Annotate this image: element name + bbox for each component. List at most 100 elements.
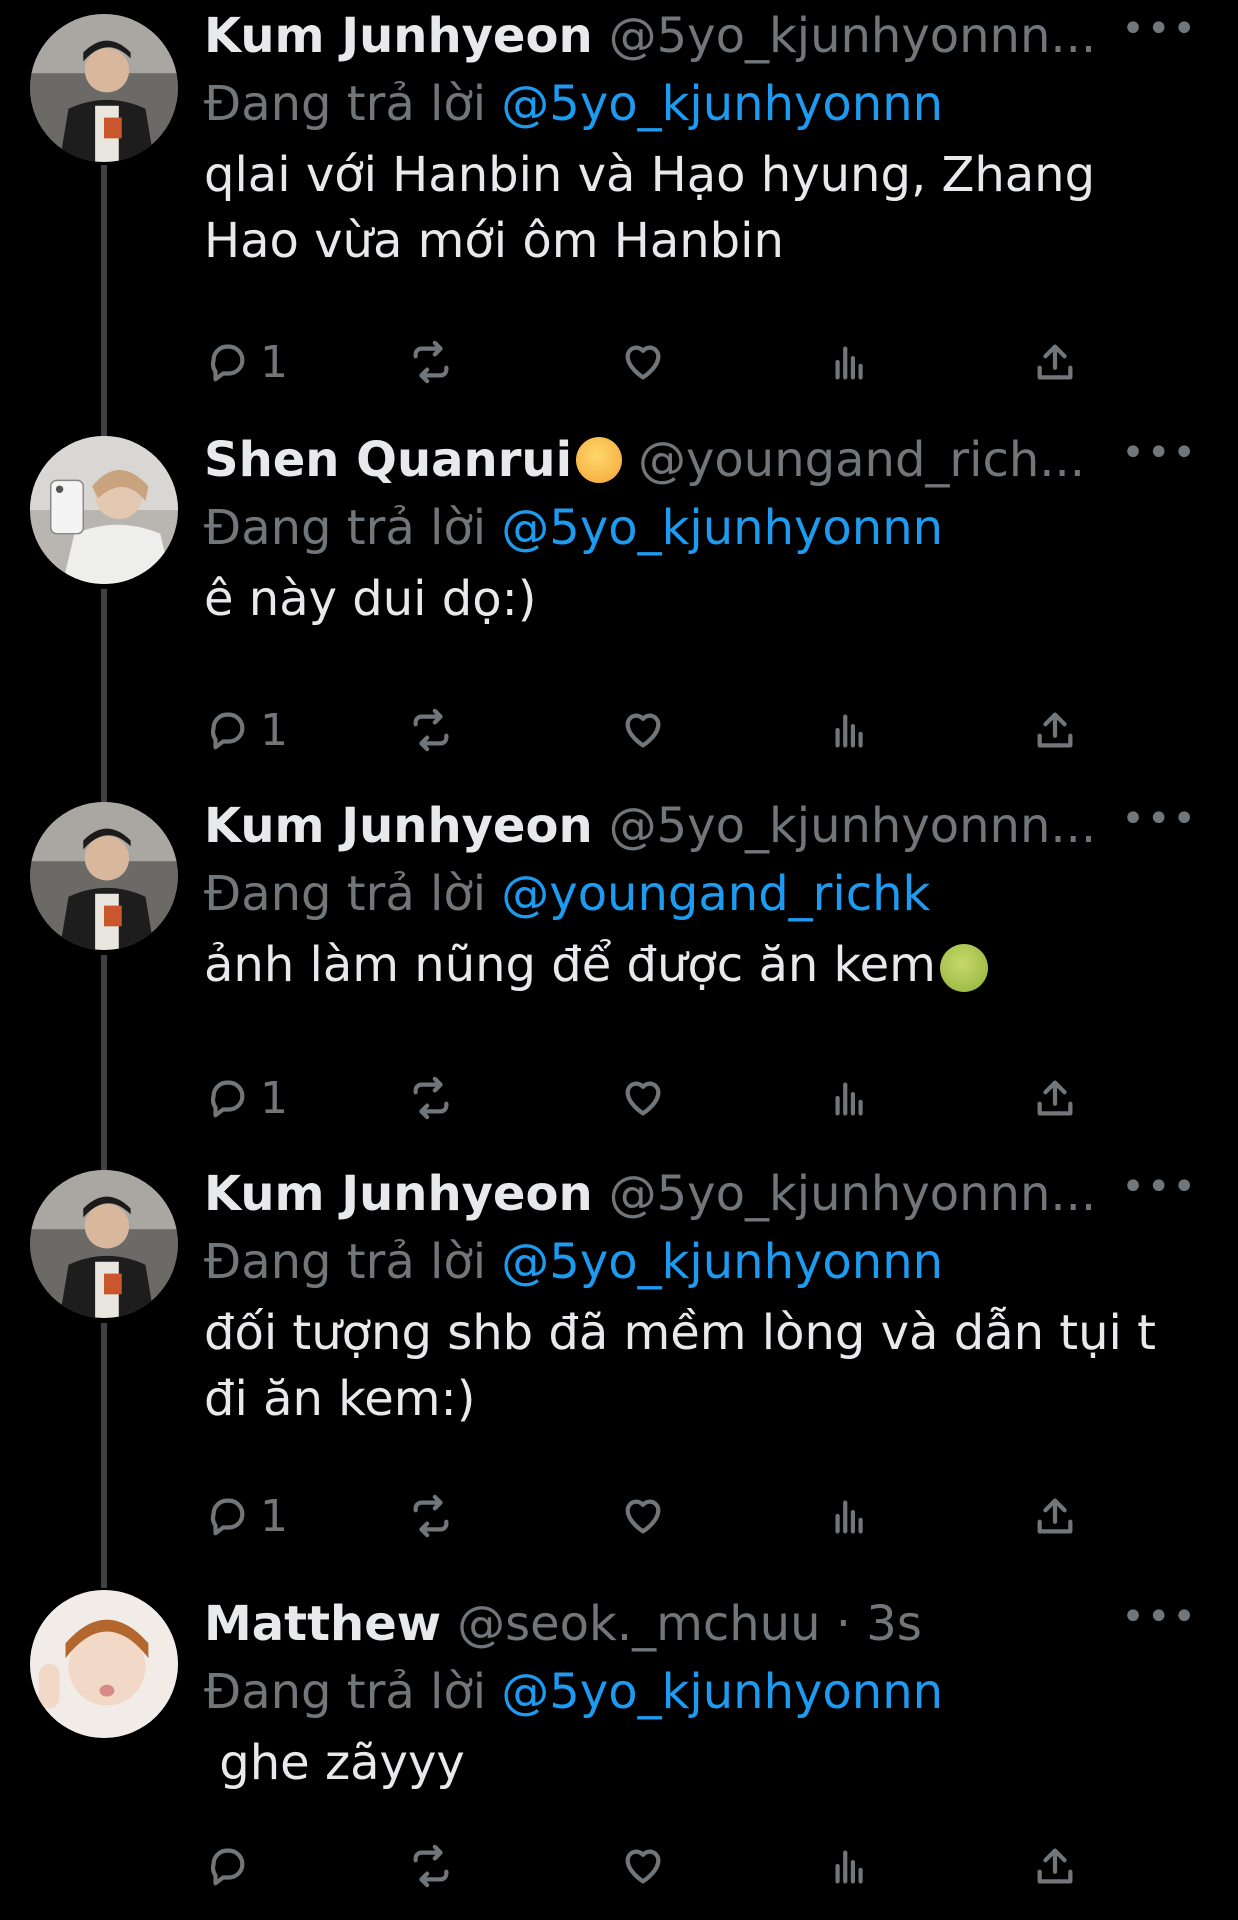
avatar[interactable] <box>30 1590 178 1738</box>
action-bar: 1 <box>0 1068 1238 1128</box>
share-button[interactable] <box>1032 1843 1078 1889</box>
more-options-icon[interactable]: ••• <box>1121 1597 1198 1646</box>
tweet-text: ảnh làm nũng để được ăn kem <box>204 932 1198 998</box>
author-handle[interactable]: @5yo_kjunhyonnn... <box>609 1166 1106 1222</box>
reply-count: 1 <box>260 704 288 756</box>
avatar[interactable] <box>30 14 178 162</box>
reply-button[interactable]: 1 <box>204 1491 288 1542</box>
views-button[interactable] <box>828 1493 874 1539</box>
share-icon <box>1037 344 1073 380</box>
share-icon <box>1037 1498 1073 1534</box>
like-button[interactable] <box>620 339 666 385</box>
retweet-button[interactable] <box>408 1493 454 1539</box>
share-button[interactable] <box>1032 707 1078 753</box>
heart-icon <box>625 1499 661 1534</box>
action-bar: 1 <box>0 1486 1238 1546</box>
dizzy-face-emoji-icon <box>576 437 623 483</box>
replying-mention-link[interactable]: @5yo_kjunhyonnn <box>501 76 943 132</box>
reply-button[interactable]: 1 <box>204 705 288 756</box>
reply-icon <box>210 1080 245 1118</box>
retweet-icon <box>413 708 449 752</box>
replying-to-line: Đang trả lời @5yo_kjunhyonnn <box>204 1230 1198 1294</box>
retweet-button[interactable] <box>408 339 454 385</box>
reply-button[interactable]: 1 <box>204 337 288 388</box>
author-name[interactable]: Kum Junhyeon <box>204 1166 593 1222</box>
reply-icon <box>210 1498 245 1536</box>
author-handle[interactable]: @5yo_kjunhyonnn... <box>609 8 1106 64</box>
retweet-icon <box>413 1494 449 1538</box>
retweet-icon <box>413 1844 449 1888</box>
share-icon <box>1037 1848 1073 1884</box>
retweet-icon <box>413 1076 449 1120</box>
reply-count: 1 <box>260 1490 288 1542</box>
retweet-icon <box>413 340 449 384</box>
more-options-icon[interactable]: ••• <box>1121 9 1198 58</box>
author-handle[interactable]: @youngand_rich... <box>638 432 1105 488</box>
more-options-icon[interactable]: ••• <box>1121 1167 1198 1216</box>
more-options-icon[interactable]: ••• <box>1121 799 1198 848</box>
action-bar: 1 <box>0 332 1238 392</box>
reply-thread: Kum Junhyeon @5yo_kjunhyonnn... ••• Đang… <box>0 0 1238 1920</box>
avatar-kum-junhyeon-icon <box>30 1170 178 1318</box>
action-bar <box>0 1836 1238 1896</box>
retweet-button[interactable] <box>408 1843 454 1889</box>
heart-icon <box>625 1849 661 1884</box>
reply-button[interactable]: 1 <box>204 1073 288 1124</box>
tweet-text: qlai với Hanbin và Hạo hyung, Zhang Hao … <box>204 147 1096 269</box>
thread-line <box>101 955 107 1170</box>
nauseated-face-emoji-icon <box>939 944 988 992</box>
author-name[interactable]: Kum Junhyeon <box>204 798 593 854</box>
share-button[interactable] <box>1032 339 1078 385</box>
views-button[interactable] <box>828 339 874 385</box>
views-icon <box>835 346 863 380</box>
replying-label: Đang trả lời <box>204 76 502 132</box>
author-name[interactable]: Kum Junhyeon <box>204 8 593 64</box>
like-button[interactable] <box>620 1075 666 1121</box>
reply-icon <box>210 1848 245 1886</box>
more-options-icon[interactable]: ••• <box>1121 433 1198 482</box>
share-button[interactable] <box>1032 1075 1078 1121</box>
views-button[interactable] <box>828 1075 874 1121</box>
tweet-text: ghe zãyyy <box>204 1735 465 1791</box>
replying-mention-link[interactable]: @youngand_richk <box>501 866 930 922</box>
views-icon <box>835 1082 863 1116</box>
replying-mention-link[interactable]: @5yo_kjunhyonnn <box>501 1234 943 1290</box>
avatar[interactable] <box>30 1170 178 1318</box>
views-button[interactable] <box>828 707 874 753</box>
tweet-text-content: ảnh làm nũng để được ăn kem <box>204 937 936 993</box>
avatar[interactable] <box>30 436 178 584</box>
avatar-shen-quanrui-icon <box>30 436 178 584</box>
views-button[interactable] <box>828 1843 874 1889</box>
retweet-button[interactable] <box>408 707 454 753</box>
replying-mention-link[interactable]: @5yo_kjunhyonnn <box>501 1664 943 1720</box>
author-handle[interactable]: @seok._mchuu · 3s <box>457 1596 1105 1652</box>
views-icon <box>835 714 863 748</box>
share-button[interactable] <box>1032 1493 1078 1539</box>
like-button[interactable] <box>620 1843 666 1889</box>
tweet-text: đối tượng shb đã mềm lòng và dẫn tụi t đ… <box>204 1305 1156 1427</box>
reply-count: 1 <box>260 1072 288 1124</box>
share-icon <box>1037 1080 1073 1116</box>
thread-line <box>101 1323 107 1588</box>
replying-mention-link[interactable]: @5yo_kjunhyonnn <box>501 500 943 556</box>
like-button[interactable] <box>620 1493 666 1539</box>
reply-button[interactable] <box>204 1843 260 1889</box>
replying-label: Đang trả lời <box>204 1234 502 1290</box>
replying-to-line: Đang trả lời @youngand_richk <box>204 862 1198 926</box>
reply-count: 1 <box>260 336 288 388</box>
like-button[interactable] <box>620 707 666 753</box>
action-bar: 1 <box>0 700 1238 760</box>
replying-label: Đang trả lời <box>204 500 502 556</box>
replying-to-line: Đang trả lời @5yo_kjunhyonnn <box>204 496 1198 560</box>
author-name[interactable]: Shen Quanrui <box>204 432 572 488</box>
avatar[interactable] <box>30 802 178 950</box>
retweet-button[interactable] <box>408 1075 454 1121</box>
heart-icon <box>625 1081 661 1116</box>
reply-icon <box>210 712 245 750</box>
replying-label: Đang trả lời <box>204 1664 502 1720</box>
author-name[interactable]: Matthew <box>204 1596 441 1652</box>
avatar-kum-junhyeon-icon <box>30 802 178 950</box>
replying-label: Đang trả lời <box>204 866 502 922</box>
tweet-text: ê này dui dọ:) <box>204 571 537 627</box>
author-handle[interactable]: @5yo_kjunhyonnn... <box>609 798 1106 854</box>
